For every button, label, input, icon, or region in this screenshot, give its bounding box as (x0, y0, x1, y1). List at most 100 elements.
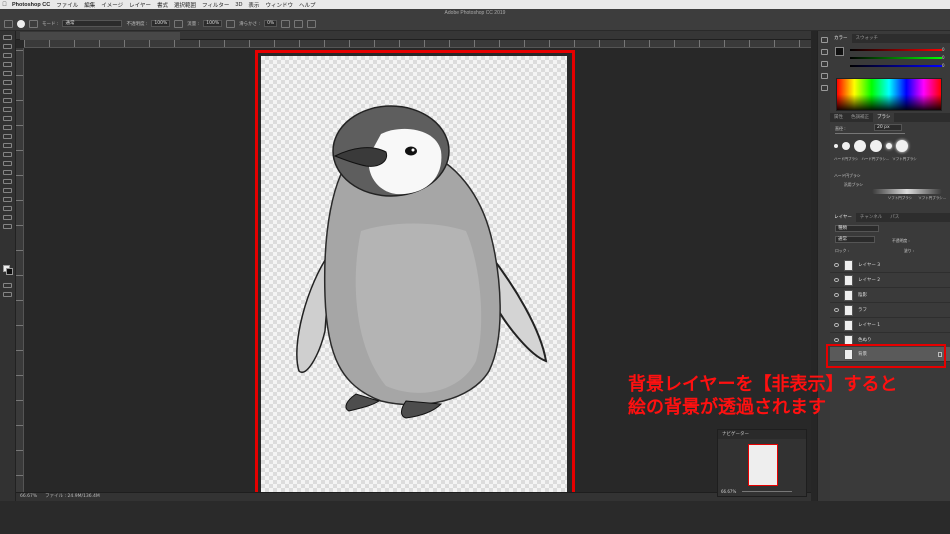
tab-channels[interactable]: チャンネル (856, 213, 886, 222)
tab-paths[interactable]: パス (886, 213, 903, 222)
smoothing-field[interactable]: 0% (264, 20, 278, 27)
hand-tool-icon[interactable] (3, 206, 12, 211)
menu-type[interactable]: 書式 (157, 1, 168, 9)
eye-icon[interactable] (834, 323, 839, 327)
brush-size-slider[interactable] (835, 133, 905, 134)
eye-icon[interactable] (834, 263, 839, 267)
smoothing-settings-icon[interactable] (281, 19, 291, 28)
rectangle-tool-icon[interactable] (3, 197, 12, 202)
magic-wand-tool-icon[interactable] (3, 62, 12, 67)
brush-tool-icon[interactable] (3, 107, 12, 112)
menu-help[interactable]: ヘルプ (299, 1, 316, 9)
flow-field[interactable]: 100% (203, 20, 223, 27)
layer-blend-mode-select[interactable]: 通常 (835, 236, 875, 243)
dodge-tool-icon[interactable] (3, 161, 12, 166)
opacity-field[interactable]: 100% (151, 20, 171, 27)
type-tool-icon[interactable] (3, 179, 12, 184)
brush-preset-4[interactable] (870, 139, 882, 152)
color-spectrum[interactable] (836, 78, 942, 111)
horizontal-ruler[interactable] (24, 40, 811, 48)
menu-select[interactable]: 選択範囲 (174, 1, 196, 9)
menu-edit[interactable]: 編集 (84, 1, 95, 9)
properties-panel-icon[interactable] (821, 49, 828, 55)
menu-view[interactable]: 表示 (248, 1, 259, 9)
navigator-thumbnail[interactable] (748, 444, 778, 486)
layer-filter-select[interactable]: 種類 (835, 225, 879, 232)
menu-app-name[interactable]: Photoshop CC (12, 2, 50, 8)
status-zoom[interactable]: 66.67% (20, 493, 37, 501)
screen-mode-icon[interactable] (3, 292, 12, 297)
clone-stamp-tool-icon[interactable] (3, 116, 12, 121)
tab-brushes[interactable]: ブラシ (873, 113, 895, 122)
green-slider[interactable] (850, 57, 942, 59)
tab-properties[interactable]: 属性 (830, 113, 847, 122)
apple-icon[interactable]:  (0, 2, 9, 8)
quick-mask-icon[interactable] (3, 283, 12, 288)
blur-tool-icon[interactable] (3, 152, 12, 157)
pressure-size-icon[interactable] (294, 19, 304, 28)
vertical-ruler[interactable] (16, 48, 24, 501)
layer-row[interactable]: ラフ (830, 303, 950, 318)
eye-icon[interactable] (834, 308, 839, 312)
marquee-tool-icon[interactable] (3, 44, 12, 49)
healing-brush-tool-icon[interactable] (3, 98, 12, 103)
zoom-tool-icon[interactable] (3, 215, 12, 220)
brush-group-hard-round[interactable]: ハード円ブラシ (834, 173, 861, 179)
background-color-swatch[interactable] (6, 268, 13, 275)
pen-tool-icon[interactable] (3, 170, 12, 175)
blue-value[interactable]: 0 (942, 63, 945, 68)
crop-tool-icon[interactable] (3, 71, 12, 76)
status-file-info[interactable]: ファイル : 24.9M/136.4M (45, 493, 100, 501)
brush-size-field[interactable]: 20 px (874, 124, 902, 131)
lasso-tool-icon[interactable] (3, 53, 12, 58)
layer-row[interactable]: レイヤー 2 (830, 273, 950, 288)
airbrush-icon[interactable] (226, 19, 236, 28)
brush-preset-2[interactable] (842, 141, 850, 150)
symmetry-icon[interactable] (307, 19, 317, 28)
navigator-zoom-slider[interactable] (742, 491, 792, 492)
eye-icon[interactable] (834, 293, 839, 297)
mode-select[interactable]: 通常 (62, 20, 123, 27)
brush-preset-5[interactable] (886, 142, 892, 149)
layer-row[interactable]: 陰影 (830, 288, 950, 303)
layer-row[interactable]: レイヤー 1 (830, 318, 950, 333)
tab-color[interactable]: カラー (830, 34, 852, 43)
menu-3d[interactable]: 3D (235, 2, 242, 8)
pressure-opacity-icon[interactable] (174, 19, 184, 28)
edit-toolbar-icon[interactable] (3, 224, 12, 229)
eyedropper-tool-icon[interactable] (3, 89, 12, 94)
green-value[interactable]: 0 (942, 55, 945, 60)
character-panel-icon[interactable] (821, 73, 828, 79)
gradient-tool-icon[interactable] (3, 143, 12, 148)
navigator-zoom[interactable]: 66.67% (721, 489, 736, 494)
red-value[interactable]: 0 (942, 47, 945, 52)
eye-icon[interactable] (834, 338, 839, 342)
menu-layer[interactable]: レイヤー (129, 1, 151, 9)
brush-preset-3[interactable] (854, 139, 866, 152)
history-panel-icon[interactable] (821, 37, 828, 43)
menu-window[interactable]: ウィンドウ (265, 1, 293, 9)
layer-row[interactable]: レイヤー 3 (830, 258, 950, 273)
history-brush-tool-icon[interactable] (3, 125, 12, 130)
brush-preset-1[interactable] (834, 143, 838, 148)
tab-layers[interactable]: レイヤー (830, 213, 856, 222)
paragraph-panel-icon[interactable] (821, 85, 828, 91)
path-selection-tool-icon[interactable] (3, 188, 12, 193)
menu-file[interactable]: ファイル (56, 1, 78, 9)
eye-icon[interactable] (834, 278, 839, 282)
document-tab[interactable] (20, 32, 180, 40)
eraser-tool-icon[interactable] (3, 134, 12, 139)
brush-settings-panel-icon[interactable] (821, 61, 828, 67)
move-tool-icon[interactable] (3, 35, 12, 40)
brush-size-picker-icon[interactable] (17, 19, 25, 28)
brush-settings-icon[interactable] (29, 19, 38, 28)
brush-group-general[interactable]: 汎用ブラシ (844, 182, 863, 188)
red-slider[interactable] (850, 49, 942, 51)
brush-tool-preset-icon[interactable] (4, 19, 13, 28)
menu-filter[interactable]: フィルター (202, 1, 229, 9)
menu-image[interactable]: イメージ (101, 1, 123, 9)
color-foreground-swatch[interactable] (835, 47, 844, 56)
blue-slider[interactable] (850, 65, 942, 67)
tab-swatches[interactable]: スウォッチ (852, 34, 883, 43)
tab-adjustments[interactable]: 色調補正 (847, 113, 873, 122)
